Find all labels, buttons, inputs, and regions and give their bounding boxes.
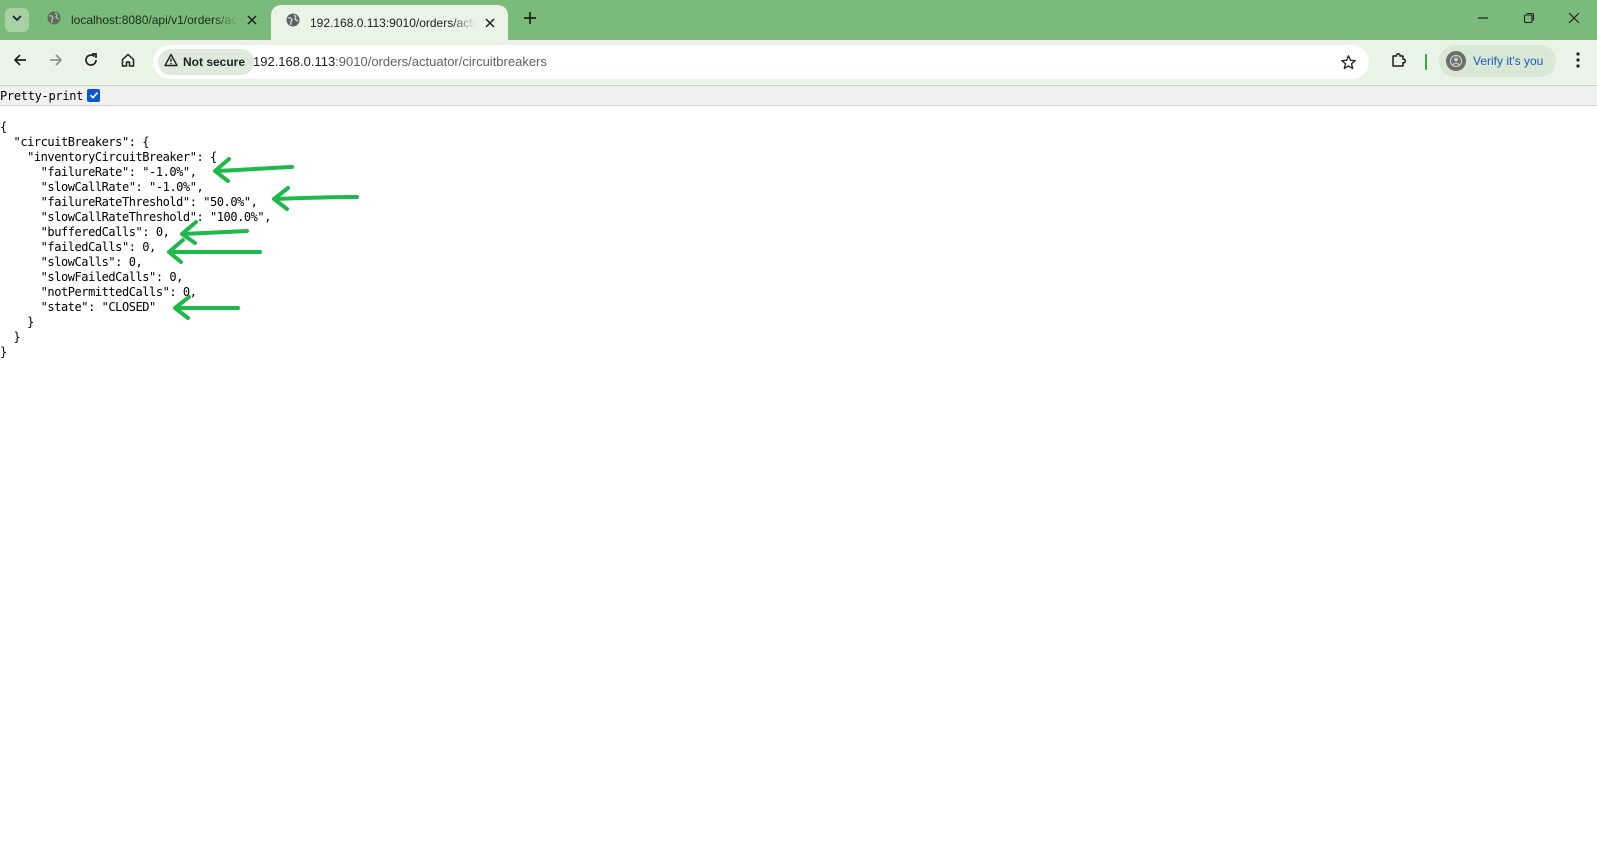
json-line: "failureRateThreshold": "50.0%", <box>0 195 258 209</box>
globe-icon <box>285 12 301 33</box>
json-line: "bufferedCalls": 0, <box>0 225 170 239</box>
browser-window: localhost:8080/api/v1/orders/actuator 19… <box>0 0 1597 847</box>
pretty-print-checkbox[interactable] <box>87 87 101 105</box>
reload-icon <box>83 52 99 73</box>
close-window-button[interactable] <box>1551 0 1597 40</box>
warning-icon <box>164 53 178 72</box>
browser-toolbar: Not secure 192.168.0.113:9010/orders/act… <box>0 40 1597 86</box>
json-line: "slowCallRateThreshold": "100.0%", <box>0 210 272 224</box>
url-text[interactable]: 192.168.0.113:9010/orders/actuator/circu… <box>253 54 547 69</box>
toolbar-divider <box>1425 54 1427 70</box>
tab-strip: localhost:8080/api/v1/orders/actuator 19… <box>0 0 1597 40</box>
pretty-print-label: Pretty-print <box>0 88 84 103</box>
tab-orders-api[interactable]: localhost:8080/api/v1/orders/actuator <box>32 0 270 40</box>
close-tab-icon[interactable] <box>244 12 260 28</box>
forward-button[interactable] <box>41 47 71 77</box>
address-bar[interactable]: Not secure 192.168.0.113:9010/orders/act… <box>153 45 1369 79</box>
restore-icon <box>1523 11 1535 29</box>
profile-button[interactable]: Verify it's you <box>1439 45 1556 77</box>
globe-icon <box>46 10 62 31</box>
more-vertical-icon <box>1576 51 1580 73</box>
tab-title: 192.168.0.113:9010/orders/actuator/circu… <box>310 15 476 30</box>
close-icon <box>1568 11 1580 29</box>
tab-search-button[interactable] <box>5 8 29 32</box>
close-tab-icon[interactable] <box>482 15 498 31</box>
json-line: } <box>0 315 34 329</box>
tab-circuitbreakers[interactable]: 192.168.0.113:9010/orders/actuator/circu… <box>271 5 508 40</box>
json-line: "slowCallRate": "-1.0%", <box>0 180 204 194</box>
menu-button[interactable] <box>1566 49 1590 75</box>
json-line: "failedCalls": 0, <box>0 240 157 254</box>
restore-button[interactable] <box>1506 0 1552 40</box>
json-line: "slowFailedCalls": 0, <box>0 270 184 284</box>
json-line: "notPermittedCalls": 0, <box>0 285 197 299</box>
plus-icon <box>523 11 537 30</box>
new-tab-button[interactable] <box>518 8 542 32</box>
site-info-button[interactable]: Not secure <box>158 49 255 75</box>
arrow-annotation-failure-rate-threshold <box>272 186 359 211</box>
url-path: :9010/orders/actuator/circuitbreakers <box>335 54 547 69</box>
url-host: 192.168.0.113 <box>253 54 336 69</box>
verify-label: Verify it's you <box>1473 54 1544 68</box>
json-line: { <box>0 120 7 134</box>
json-line: } <box>0 330 21 344</box>
json-line: "state": "CLOSED" <box>0 300 157 314</box>
json-line: "failureRate": "-1.0%", <box>0 165 197 179</box>
checkmark-icon <box>89 87 99 105</box>
json-line: "slowCalls": 0, <box>0 255 143 269</box>
tab-title: localhost:8080/api/v1/orders/actuator <box>71 13 238 27</box>
home-button[interactable] <box>113 47 143 77</box>
security-label: Not secure <box>183 55 246 69</box>
arrow-right-icon <box>48 52 64 73</box>
avatar <box>1446 51 1466 71</box>
minimize-icon <box>1477 11 1489 29</box>
arrow-left-icon <box>12 52 28 73</box>
json-line: } <box>0 345 7 359</box>
reload-button[interactable] <box>76 47 106 77</box>
pretty-print-bar: Pretty-print <box>0 86 1597 106</box>
home-icon <box>120 52 136 73</box>
extensions-button[interactable] <box>1386 49 1412 75</box>
json-line: "inventoryCircuitBreaker": { <box>0 150 217 164</box>
json-line: "circuitBreakers": { <box>0 135 150 149</box>
minimize-button[interactable] <box>1460 0 1506 40</box>
star-icon[interactable] <box>1339 53 1357 71</box>
json-viewer: { "circuitBreakers": { "inventoryCircuit… <box>0 120 271 360</box>
back-button[interactable] <box>5 47 35 77</box>
chevron-down-icon <box>11 11 23 29</box>
puzzle-icon <box>1390 51 1408 74</box>
